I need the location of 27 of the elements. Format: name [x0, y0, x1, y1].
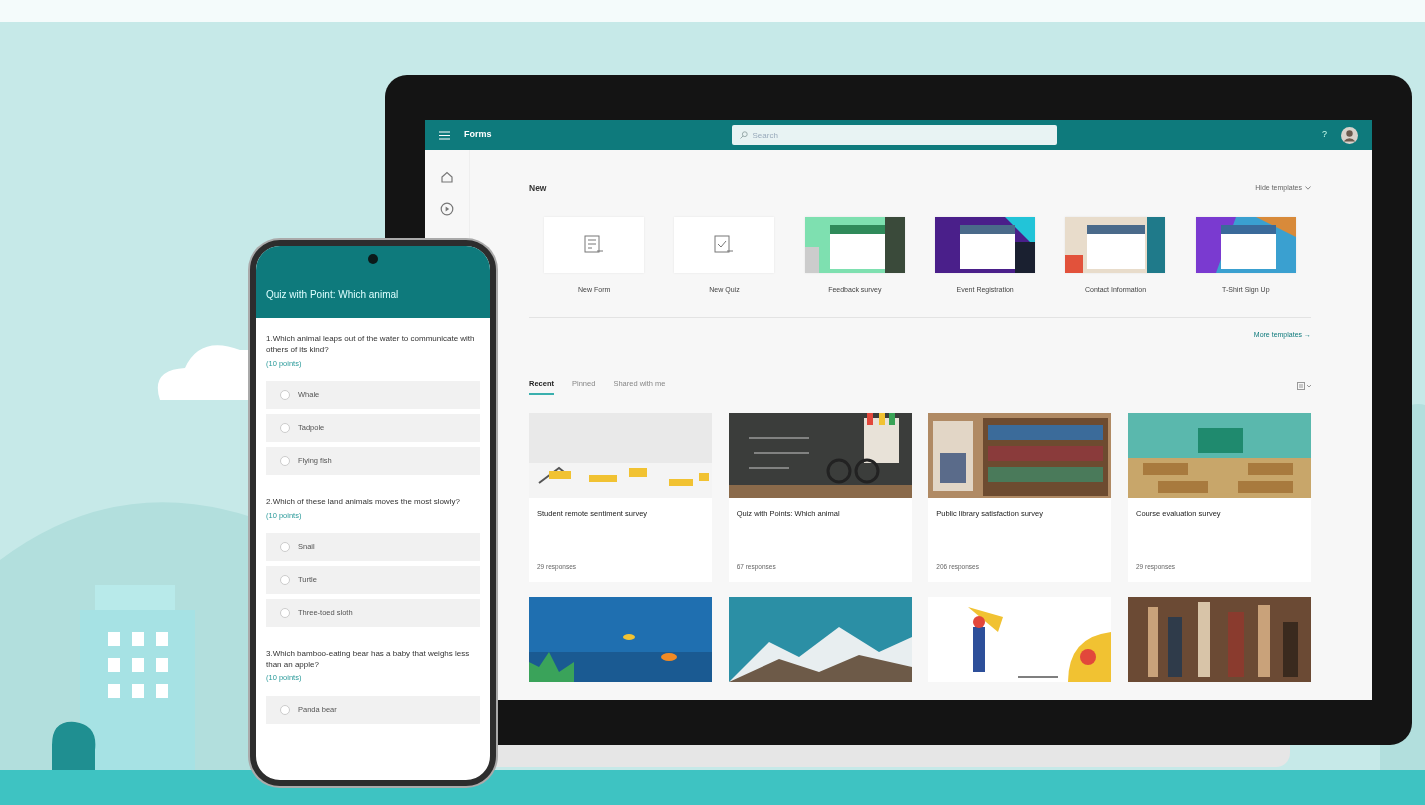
radio-button[interactable]	[280, 389, 290, 400]
radio-button[interactable]	[280, 574, 290, 585]
radio-button[interactable]	[280, 455, 290, 466]
home-icon[interactable]	[440, 170, 454, 184]
radio-button[interactable]	[280, 422, 290, 433]
section-title: New	[529, 182, 547, 195]
quiz-icon	[713, 235, 736, 255]
question-text: 1.Which animal leaps out of the water to communicate with others of its kind?	[266, 334, 476, 356]
radio-button[interactable]	[280, 541, 290, 552]
template-tile[interactable]	[674, 216, 775, 273]
radio-button[interactable]	[280, 704, 290, 715]
question-text: 2.Which of these land animals moves the most slowly?	[266, 496, 461, 508]
search-icon	[739, 131, 748, 139]
avatar-icon[interactable]	[1341, 126, 1358, 144]
chevron-icon	[1305, 186, 1311, 191]
camera-icon	[368, 254, 378, 264]
play-icon[interactable]	[440, 202, 454, 216]
search-field[interactable]: Search	[731, 125, 1057, 145]
form-icon	[583, 235, 606, 255]
radio-button[interactable]	[280, 607, 290, 618]
menu-icon[interactable]	[439, 130, 450, 140]
view-icon[interactable]	[1297, 381, 1311, 390]
help-button[interactable]: ?	[1322, 128, 1327, 142]
template-tile[interactable]	[544, 216, 645, 273]
question-text: 3.Which bamboo-eating bear has a baby that weighs less than an apple?	[266, 648, 471, 671]
quiz-title: Quiz with Point: Which animal	[266, 288, 399, 302]
app-title: Forms	[464, 128, 492, 142]
